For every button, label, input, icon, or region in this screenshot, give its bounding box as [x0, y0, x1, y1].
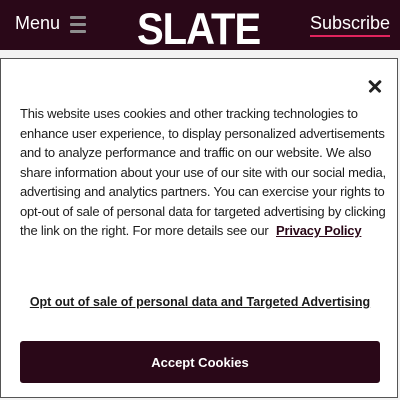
- accept-cookies-button[interactable]: Accept Cookies: [20, 341, 380, 383]
- consent-text: This website uses cookies and other trac…: [20, 104, 386, 241]
- close-icon[interactable]: [365, 76, 385, 96]
- subscribe-link[interactable]: Subscribe: [310, 13, 391, 37]
- site-header: Menu SLATE Subscribe: [0, 0, 400, 54]
- menu-label: Menu: [15, 13, 61, 33]
- hamburger-icon: [70, 14, 87, 33]
- privacy-policy-link[interactable]: Privacy Policy: [276, 223, 362, 238]
- consent-body: This website uses cookies and other trac…: [20, 106, 386, 238]
- opt-out-link[interactable]: Opt out of sale of personal data and Tar…: [0, 295, 400, 309]
- menu-button[interactable]: Menu: [15, 13, 87, 34]
- slate-logo[interactable]: SLATE: [137, 5, 261, 55]
